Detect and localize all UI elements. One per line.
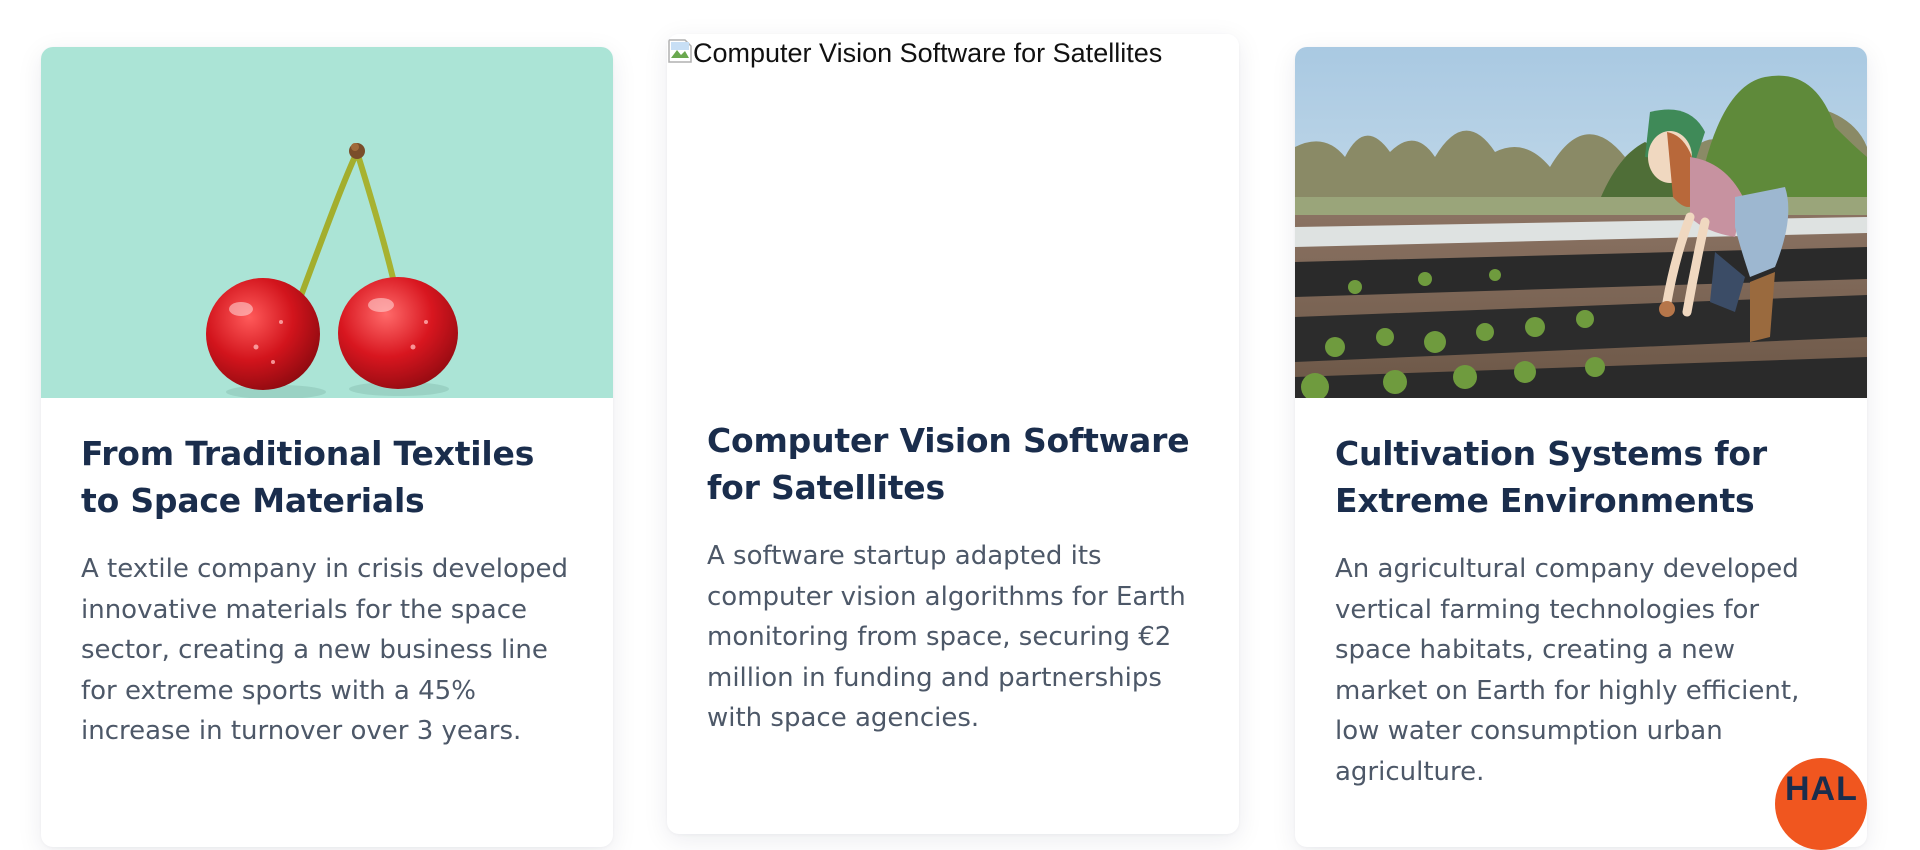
card-image — [1295, 47, 1867, 398]
cherries-photo — [41, 47, 613, 398]
card-title[interactable]: Cultivation Systems for Extreme Environm… — [1335, 398, 1827, 524]
card-description: A software startup adapted its computer … — [707, 541, 1186, 733]
card-title[interactable]: From Traditional Textiles to Space Mater… — [81, 398, 573, 524]
image-alt-text: Computer Vision Software for Satellites — [693, 38, 1163, 68]
card-image: Computer Vision Software for Satellites — [667, 34, 1239, 385]
case-study-card[interactable]: From Traditional Textiles to Space Mater… — [41, 47, 613, 847]
card-title[interactable]: Computer Vision Software for Satellites — [707, 385, 1199, 511]
broken-image-icon — [668, 39, 692, 63]
card-image — [41, 47, 613, 398]
case-study-card[interactable]: Computer Vision Software for Satellites … — [667, 34, 1239, 834]
farmer-field-photo — [1295, 47, 1867, 398]
card-description: An agricultural company developed vertic… — [1335, 554, 1800, 787]
chat-widget-label: HAL — [1785, 770, 1858, 808]
chat-widget-button[interactable]: HAL — [1775, 758, 1867, 850]
case-study-grid: From Traditional Textiles to Space Mater… — [0, 0, 1920, 847]
card-description: A textile company in crisis developed in… — [81, 554, 568, 746]
case-study-card[interactable]: Cultivation Systems for Extreme Environm… — [1295, 47, 1867, 847]
